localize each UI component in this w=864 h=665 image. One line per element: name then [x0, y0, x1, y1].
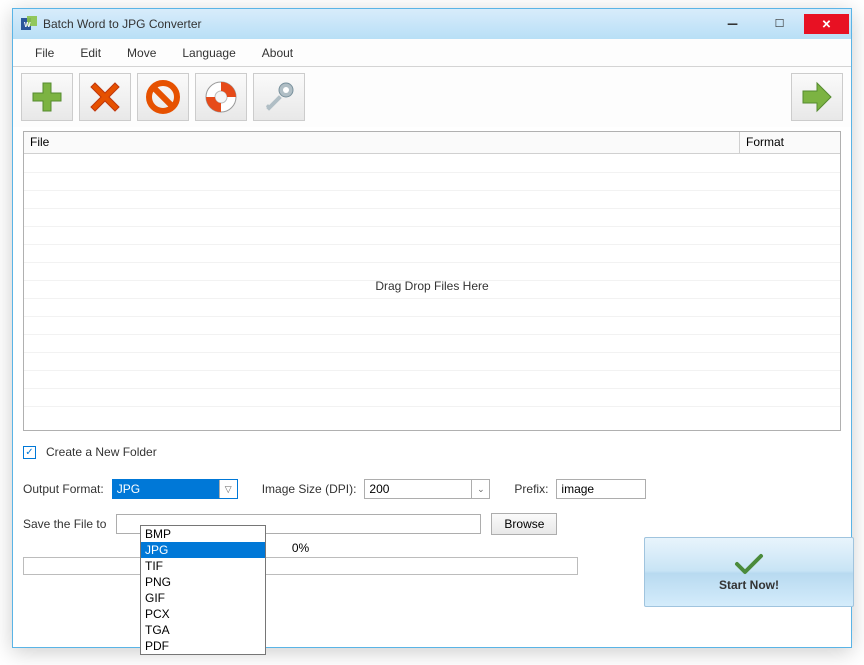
dropdown-option[interactable]: TGA	[141, 622, 265, 638]
app-icon: W	[21, 16, 37, 32]
prefix-input[interactable]	[556, 479, 646, 499]
menu-move[interactable]: Move	[115, 42, 168, 64]
menubar: File Edit Move Language About	[13, 39, 851, 67]
menu-about[interactable]: About	[250, 42, 305, 64]
start-button-label: Start Now!	[719, 578, 779, 592]
arrow-right-icon	[799, 79, 835, 115]
dropdown-option-selected[interactable]: JPG	[141, 542, 265, 558]
progress-section: 0%	[23, 541, 578, 575]
column-format[interactable]: Format	[740, 132, 840, 153]
drag-hint: Drag Drop Files Here	[375, 279, 488, 293]
file-table-header: File Format	[24, 132, 840, 154]
output-format-combo[interactable]: JPG ▽	[112, 479, 238, 499]
window-title: Batch Word to JPG Converter	[43, 17, 202, 31]
svg-text:W: W	[24, 22, 31, 29]
create-folder-row: ✓ Create a New Folder	[23, 445, 841, 459]
no-icon	[145, 79, 181, 115]
titlebar: W Batch Word to JPG Converter — ☐ ✕	[13, 9, 851, 39]
progress-bar	[23, 557, 578, 575]
key-icon	[261, 79, 297, 115]
dropdown-option[interactable]: PDF	[141, 638, 265, 654]
dropdown-option[interactable]: PNG	[141, 574, 265, 590]
file-table: File Format Drag Drop Files Here	[23, 131, 841, 431]
x-icon	[87, 79, 123, 115]
lifebuoy-icon	[203, 79, 239, 115]
help-button[interactable]	[195, 73, 247, 121]
output-format-dropdown[interactable]: BMP JPG TIF PNG GIF PCX TGA PDF	[140, 525, 266, 655]
register-button[interactable]	[253, 73, 305, 121]
add-button[interactable]	[21, 73, 73, 121]
chevron-down-icon: ▽	[219, 480, 237, 498]
dropdown-option[interactable]: TIF	[141, 558, 265, 574]
plus-icon	[29, 79, 65, 115]
prefix-label: Prefix:	[514, 482, 548, 496]
close-button[interactable]: ✕	[804, 14, 849, 34]
create-folder-checkbox[interactable]: ✓	[23, 446, 36, 459]
content-area: File Format Drag Drop Files Here ✓ Creat…	[13, 127, 851, 585]
menu-file[interactable]: File	[23, 42, 66, 64]
remove-button[interactable]	[79, 73, 131, 121]
browse-button[interactable]: Browse	[491, 513, 557, 535]
clear-button[interactable]	[137, 73, 189, 121]
format-row: Output Format: JPG ▽ Image Size (DPI): 2…	[23, 479, 841, 499]
checkmark-icon	[734, 552, 764, 576]
titlebar-left: W Batch Word to JPG Converter	[21, 16, 202, 32]
save-label: Save the File to	[23, 517, 106, 531]
toolbar	[13, 67, 851, 127]
column-file[interactable]: File	[24, 132, 740, 153]
app-window: W Batch Word to JPG Converter — ☐ ✕ File…	[12, 8, 852, 648]
maximize-button[interactable]: ☐	[757, 14, 802, 34]
dropdown-option[interactable]: PCX	[141, 606, 265, 622]
progress-percent: 0%	[23, 541, 578, 555]
window-controls: — ☐ ✕	[710, 14, 851, 34]
chevron-down-icon: ⌄	[471, 480, 489, 498]
menu-edit[interactable]: Edit	[68, 42, 113, 64]
convert-button[interactable]	[791, 73, 843, 121]
file-table-body[interactable]: Drag Drop Files Here	[24, 154, 840, 430]
minimize-button[interactable]: —	[710, 14, 755, 34]
start-button[interactable]: Start Now!	[644, 537, 854, 607]
output-format-value: JPG	[113, 482, 219, 496]
menu-language[interactable]: Language	[170, 42, 247, 64]
dropdown-option[interactable]: GIF	[141, 590, 265, 606]
image-size-combo[interactable]: 200 ⌄	[364, 479, 490, 499]
image-size-value: 200	[365, 482, 471, 496]
output-format-label: Output Format:	[23, 482, 104, 496]
create-folder-label: Create a New Folder	[46, 445, 157, 459]
image-size-label: Image Size (DPI):	[262, 482, 357, 496]
dropdown-option[interactable]: BMP	[141, 526, 265, 542]
